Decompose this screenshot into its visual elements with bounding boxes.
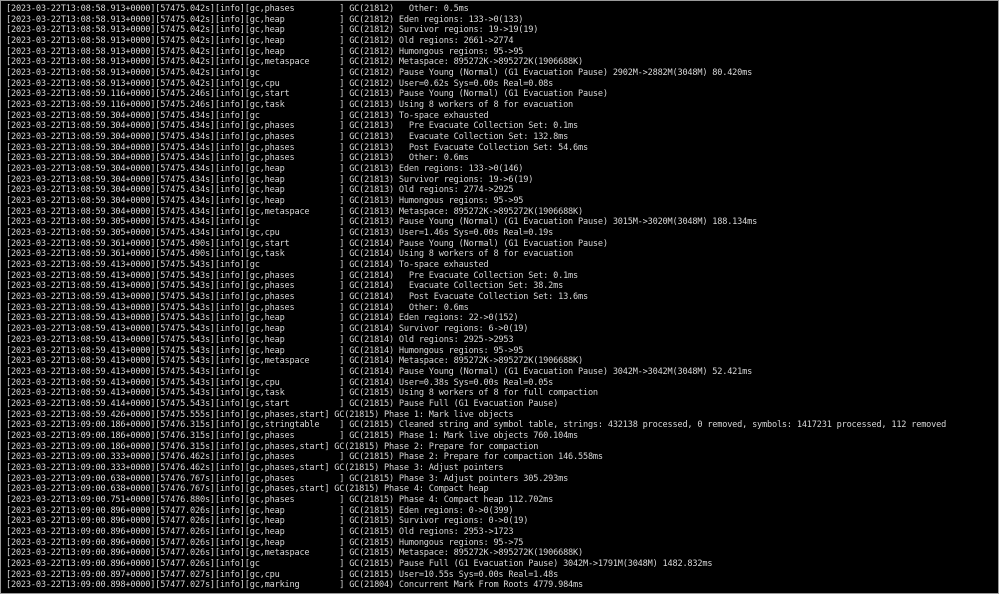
- log-line: [2023-03-22T13:08:59.304+0000][57475.434…: [6, 132, 569, 143]
- log-line: [2023-03-22T13:09:00.333+0000][57476.462…: [6, 462, 504, 473]
- log-line: [2023-03-22T13:08:59.413+0000][57475.543…: [6, 345, 524, 356]
- log-line: [2023-03-22T13:09:00.896+0000][57477.026…: [6, 537, 524, 548]
- log-line: [2023-03-22T13:09:00.333+0000][57476.462…: [6, 452, 603, 463]
- log-line: [2023-03-22T13:08:59.304+0000][57475.434…: [6, 142, 588, 153]
- log-line: [2023-03-22T13:08:58.913+0000][57475.042…: [6, 68, 753, 79]
- log-line: [2023-03-22T13:08:59.413+0000][57475.543…: [6, 324, 529, 335]
- log-line: [2023-03-22T13:08:59.361+0000][57475.490…: [6, 238, 608, 249]
- log-line: [2023-03-22T13:08:58.913+0000][57475.042…: [6, 14, 524, 25]
- log-line: [2023-03-22T13:08:59.413+0000][57475.543…: [6, 356, 583, 367]
- log-line: [2023-03-22T13:08:58.913+0000][57475.042…: [6, 25, 539, 36]
- log-line: [2023-03-22T13:08:59.304+0000][57475.434…: [6, 196, 524, 207]
- log-line: [2023-03-22T13:08:59.413+0000][57475.543…: [6, 334, 514, 345]
- log-line: [2023-03-22T13:08:59.413+0000][57475.543…: [6, 366, 753, 377]
- log-line: [2023-03-22T13:08:58.913+0000][57475.042…: [6, 36, 514, 47]
- log-line: [2023-03-22T13:08:59.304+0000][57475.434…: [6, 153, 469, 164]
- log-line: [2023-03-22T13:08:59.305+0000][57475.434…: [6, 228, 554, 239]
- log-line: [2023-03-22T13:08:59.304+0000][57475.434…: [6, 121, 578, 132]
- terminal-output[interactable]: [2023-03-22T13:08:58.913+0000][57475.042…: [2, 2, 997, 592]
- log-line: [2023-03-22T13:08:59.413+0000][57475.543…: [6, 270, 578, 281]
- log-line: [2023-03-22T13:08:59.304+0000][57475.434…: [6, 110, 489, 121]
- log-line: [2023-03-22T13:08:58.913+0000][57475.042…: [6, 46, 524, 57]
- log-line: [2023-03-22T13:08:59.413+0000][57475.543…: [6, 377, 554, 388]
- log-line: [2023-03-22T13:09:00.186+0000][57476.315…: [6, 441, 539, 452]
- log-line: [2023-03-22T13:08:59.413+0000][57475.543…: [6, 313, 519, 324]
- log-line: [2023-03-22T13:08:59.305+0000][57475.434…: [6, 217, 758, 228]
- log-line: [2023-03-22T13:09:00.896+0000][57477.026…: [6, 548, 583, 559]
- log-line: [2023-03-22T13:08:59.426+0000][57475.555…: [6, 409, 514, 420]
- log-line: [2023-03-22T13:08:59.414+0000][57475.543…: [6, 398, 559, 409]
- log-line: [2023-03-22T13:08:58.913+0000][57475.042…: [6, 4, 469, 14]
- terminal-window: [2023-03-22T13:08:58.913+0000][57475.042…: [0, 0, 999, 594]
- log-line: [2023-03-22T13:09:00.898+0000][57477.027…: [6, 580, 583, 591]
- log-line: [2023-03-22T13:08:59.116+0000][57475.246…: [6, 100, 574, 111]
- log-line: [2023-03-22T13:08:59.304+0000][57475.434…: [6, 206, 583, 217]
- log-line: [2023-03-22T13:09:00.896+0000][57477.026…: [6, 516, 529, 527]
- log-line: [2023-03-22T13:08:59.413+0000][57475.543…: [6, 292, 588, 303]
- log-line: [2023-03-22T13:09:00.638+0000][57476.767…: [6, 473, 569, 484]
- log-line: [2023-03-22T13:09:00.186+0000][57476.315…: [6, 430, 578, 441]
- log-line: [2023-03-22T13:08:59.116+0000][57475.246…: [6, 89, 608, 100]
- log-line: [2023-03-22T13:09:00.896+0000][57477.026…: [6, 505, 514, 516]
- log-line: [2023-03-22T13:09:00.897+0000][57477.027…: [6, 569, 559, 580]
- log-line: [2023-03-22T13:08:59.304+0000][57475.434…: [6, 185, 514, 196]
- log-line: [2023-03-22T13:08:59.413+0000][57475.543…: [6, 281, 564, 292]
- log-line: [2023-03-22T13:09:00.896+0000][57477.026…: [6, 526, 514, 537]
- log-line: [2023-03-22T13:09:00.751+0000][57476.880…: [6, 494, 554, 505]
- log-line: [2023-03-22T13:08:59.304+0000][57475.434…: [6, 164, 524, 175]
- gc-log: [2023-03-22T13:08:58.913+0000][57475.042…: [6, 4, 946, 591]
- log-line: [2023-03-22T13:09:00.638+0000][57476.767…: [6, 484, 489, 495]
- log-line: [2023-03-22T13:08:59.413+0000][57475.543…: [6, 302, 469, 313]
- log-line: [2023-03-22T13:08:59.361+0000][57475.490…: [6, 249, 574, 260]
- log-line: [2023-03-22T13:08:59.413+0000][57475.543…: [6, 388, 598, 399]
- log-line: [2023-03-22T13:08:59.304+0000][57475.434…: [6, 174, 534, 185]
- log-line: [2023-03-22T13:08:59.413+0000][57475.543…: [6, 260, 489, 271]
- log-line: [2023-03-22T13:08:58.913+0000][57475.042…: [6, 78, 554, 89]
- log-line: [2023-03-22T13:09:00.186+0000][57476.315…: [6, 420, 947, 431]
- log-line: [2023-03-22T13:09:00.896+0000][57477.026…: [6, 558, 713, 569]
- log-line: [2023-03-22T13:08:58.913+0000][57475.042…: [6, 57, 583, 68]
